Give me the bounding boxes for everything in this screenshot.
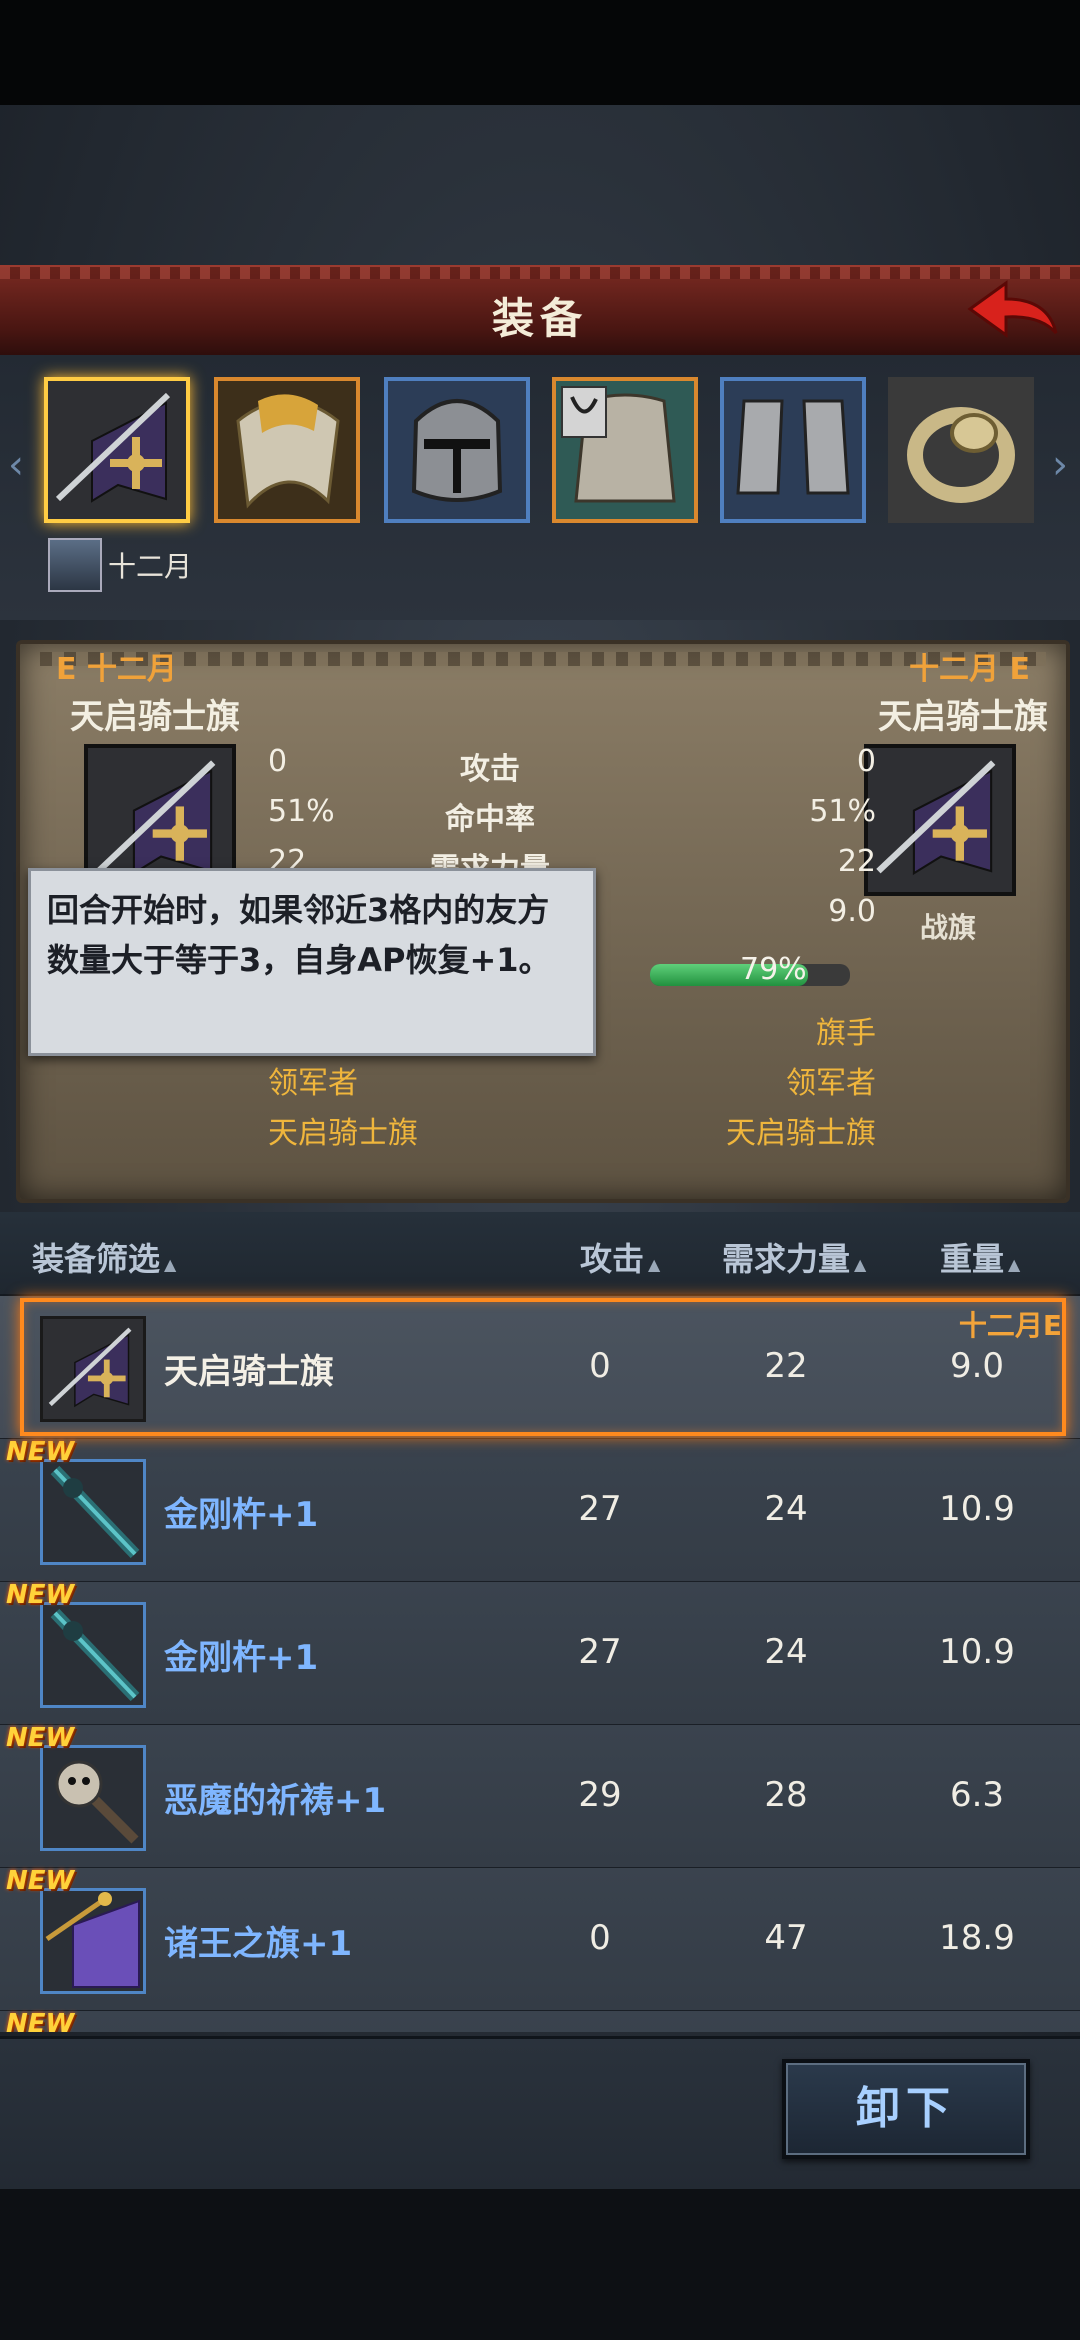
list-item[interactable]: NEW 恶魔的祈祷+1 29 28 6.3 — [0, 1723, 1080, 1869]
item-name: 恶魔的祈祷+1 — [164, 1781, 387, 1821]
item-weight: 10.9 — [939, 1489, 1015, 1529]
attack-label: 攻击 — [580, 1240, 645, 1278]
item-name: 金刚杵+1 — [164, 1495, 319, 1535]
item-attack: 27 — [578, 1489, 622, 1529]
helmet-icon — [388, 381, 526, 519]
sort-attack-button[interactable]: 攻击 ▲ — [580, 1234, 660, 1280]
item-attack: 29 — [578, 1775, 622, 1815]
slot-pauldron[interactable] — [214, 377, 360, 523]
avatar[interactable] — [48, 538, 102, 592]
strength-label: 需求力量 — [722, 1240, 851, 1278]
right-class: 旗手 — [816, 1016, 876, 1051]
item-icon — [40, 1745, 146, 1851]
equipment-list-header: 装备筛选 ▲ 攻击 ▲ 需求力量 ▲ 重量 ▲ — [0, 1212, 1080, 1296]
sort-strength-button[interactable]: 需求力量 ▲ — [722, 1234, 866, 1280]
right-value: 22 — [837, 844, 876, 879]
mace-icon — [43, 1605, 143, 1705]
banner-icon — [48, 381, 186, 519]
greaves-icon — [724, 381, 862, 519]
right-role: 领军者 — [786, 1066, 876, 1101]
left-set: 天启骑士旗 — [268, 1116, 418, 1151]
right-item-name: 天启骑士旗 — [878, 697, 1048, 737]
filter-button[interactable]: 装备筛选 ▲ — [32, 1234, 176, 1280]
item-strength: 28 — [764, 1775, 808, 1815]
mace-icon — [43, 1462, 143, 1562]
item-name: 诸王之旗+1 — [164, 1924, 353, 1964]
item-name: 金刚杵+1 — [164, 1638, 319, 1678]
new-badge: NEW — [6, 1580, 75, 1610]
navigation-bar-area — [0, 2185, 1080, 2340]
sort-triangle-icon: ▲ — [648, 1255, 661, 1274]
item-icon — [40, 1602, 146, 1708]
purple-banner-icon — [43, 1891, 143, 1991]
title-bar: 装备 — [0, 265, 1080, 358]
sort-triangle-icon: ▲ — [1008, 1255, 1021, 1274]
stat-row-accuracy: 51% 命中率 51% — [20, 794, 1066, 837]
item-weight: 18.9 — [939, 1918, 1015, 1958]
panel-border-pattern — [40, 652, 1046, 666]
item-strength: 24 — [764, 1489, 808, 1529]
demon-skull-mace-icon — [43, 1748, 143, 1848]
list-item[interactable]: NEW 诸王之旗+1 0 47 18.9 — [0, 1866, 1080, 2012]
left-item-name: 天启骑士旗 — [70, 697, 240, 737]
slot-greaves[interactable] — [720, 377, 866, 523]
title-bar-pattern — [0, 267, 1080, 279]
new-badge: NEW — [6, 1866, 75, 1896]
action-bar: 卸下 — [0, 2036, 1080, 2189]
left-role: 领军者 — [268, 1066, 358, 1101]
item-weight: 10.9 — [939, 1632, 1015, 1672]
chevron-right-icon[interactable]: › — [1052, 445, 1074, 485]
durability-text: 79% — [740, 952, 807, 987]
stat-name: 命中率 — [445, 802, 535, 837]
right-owner-label: 十二月 E — [909, 652, 1030, 687]
slot-banner[interactable] — [44, 377, 190, 523]
new-badge: NEW — [6, 1723, 75, 1753]
right-value: 51% — [809, 794, 876, 829]
sort-triangle-icon: ▲ — [164, 1255, 177, 1274]
slot-helmet[interactable] — [384, 377, 530, 523]
unequip-button[interactable]: 卸下 — [782, 2059, 1030, 2159]
left-value: 51% — [268, 794, 335, 829]
stat-row-role: 领军者 领军者 — [20, 1058, 1066, 1101]
item-attack: 0 — [589, 1918, 611, 1958]
equipment-slots-bar: ‹ › 十二月 — [0, 355, 1080, 620]
list-item[interactable]: NEW 金刚杵+1 27 24 10.9 — [0, 1580, 1080, 1726]
sort-weight-button[interactable]: 重量 ▲ — [940, 1234, 1020, 1280]
slot-body-armor[interactable] — [552, 377, 698, 523]
plate-armor-icon — [556, 381, 694, 519]
character-name: 十二月 — [108, 550, 193, 583]
slot-ring[interactable] — [888, 377, 1034, 523]
new-badge: NEW — [6, 1437, 75, 1467]
filter-label: 装备筛选 — [32, 1240, 161, 1278]
armor-pauldron-icon — [218, 381, 356, 519]
chevron-left-icon[interactable]: ‹ — [8, 445, 30, 485]
skill-tooltip: 回合开始时，如果邻近3格内的友方数量大于等于3，自身AP恢复+1。 — [28, 868, 596, 1056]
new-badge: NEW — [6, 2009, 75, 2032]
item-strength: 47 — [764, 1918, 808, 1958]
item-icon — [40, 1459, 146, 1565]
status-bar — [0, 0, 1080, 105]
right-value: 0 — [856, 744, 876, 779]
item-attack: 27 — [578, 1632, 622, 1672]
weight-label: 重量 — [940, 1240, 1005, 1278]
item-strength: 24 — [764, 1632, 808, 1672]
right-value: 9.0 — [828, 894, 876, 929]
stat-row-attack: 0 攻击 0 — [20, 744, 1066, 787]
stat-row-set: 天启骑士旗 天启骑士旗 — [20, 1108, 1066, 1151]
selected-item-highlight — [20, 1298, 1066, 1436]
ring-icon — [892, 381, 1030, 519]
back-arrow-icon[interactable] — [962, 279, 1062, 347]
list-item[interactable]: NEW — [0, 2009, 1080, 2032]
sort-triangle-icon: ▲ — [854, 1255, 867, 1274]
item-weight: 6.3 — [949, 1775, 1005, 1815]
list-item[interactable]: NEW 金刚杵+1 27 24 10.9 — [0, 1437, 1080, 1583]
stat-name: 攻击 — [460, 752, 520, 787]
left-value: 0 — [268, 744, 288, 779]
page-title: 装备 — [491, 294, 588, 343]
left-owner-label: E 十二月 — [56, 652, 177, 687]
item-icon — [40, 1888, 146, 1994]
right-set: 天启骑士旗 — [726, 1116, 876, 1151]
